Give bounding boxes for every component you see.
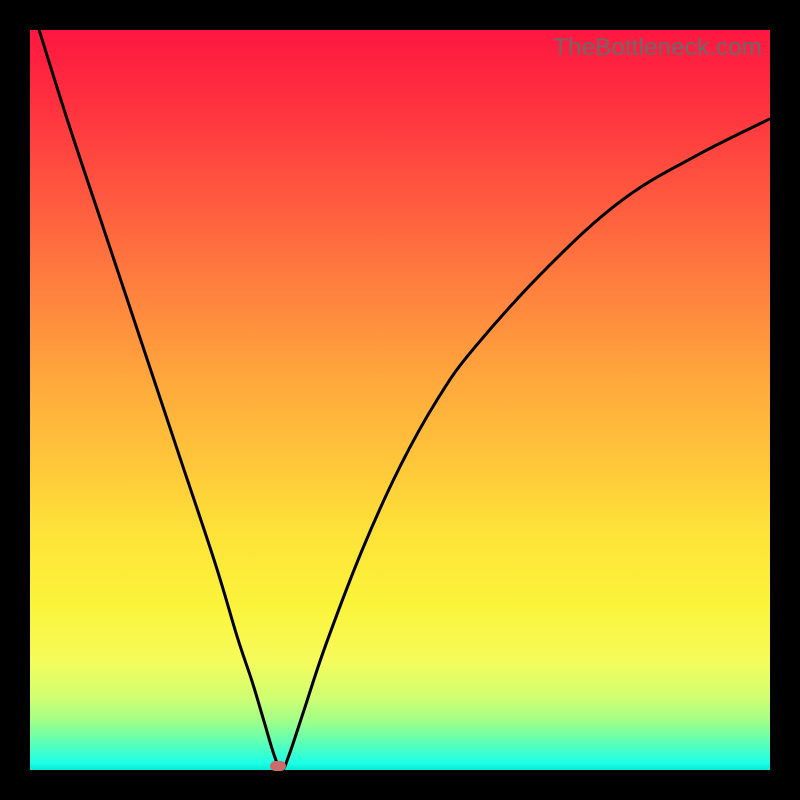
plot-area: TheBottleneck.com: [30, 30, 770, 770]
curve-path: [30, 0, 770, 770]
optimal-point-marker: [270, 761, 286, 771]
chart-frame: TheBottleneck.com: [30, 30, 770, 770]
bottleneck-curve: [30, 30, 770, 770]
